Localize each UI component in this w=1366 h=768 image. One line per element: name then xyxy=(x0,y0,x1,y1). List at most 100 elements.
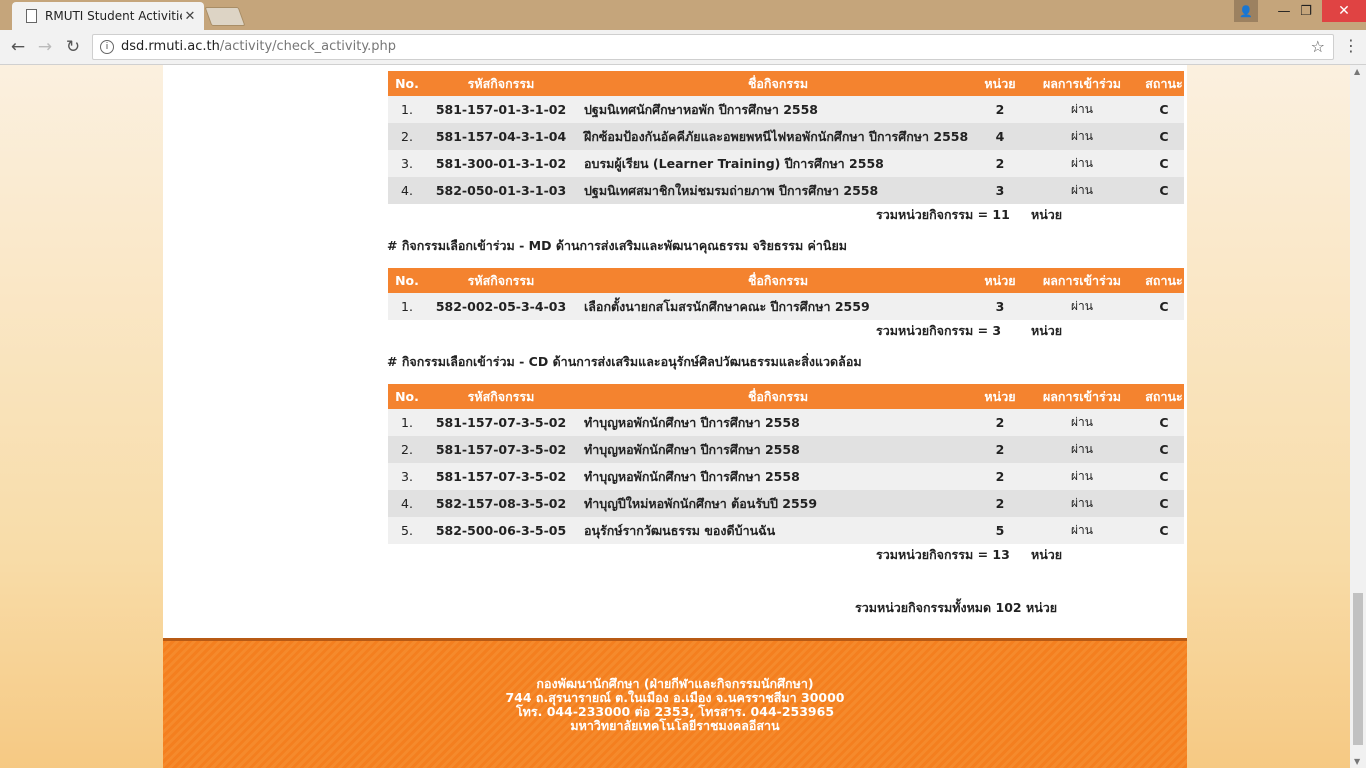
row-no: 3. xyxy=(388,150,426,177)
row-result: ผ่าน xyxy=(1020,463,1144,490)
footer-line: มหาวิทยาลัยเทคโนโลยีราชมงคลอีสาน xyxy=(570,718,780,733)
section-total: รวมหน่วยกิจกรรม = 11 หน่วย xyxy=(388,204,1184,226)
row-name: ทำบุญหอพักนักศึกษา ปีการศึกษา 2558 xyxy=(576,463,980,490)
row-status: C xyxy=(1144,96,1184,123)
total-unit: หน่วย xyxy=(1031,323,1063,338)
row-result: ผ่าน xyxy=(1020,293,1144,320)
row-unit: 3 xyxy=(980,293,1020,320)
document-icon xyxy=(26,9,37,23)
header-code: รหัสกิจกรรม xyxy=(426,382,576,409)
row-code: 581-157-07-3-5-02 xyxy=(426,463,576,490)
row-code: 581-300-01-3-1-02 xyxy=(426,150,576,177)
section-title: # กิจกรรมเลือกเข้าร่วม - MD ด้านการส่งเส… xyxy=(387,238,848,253)
url-text: dsd.rmuti.ac.th/activity/check_activity.… xyxy=(121,35,396,59)
window-maximize-button[interactable]: ❐ xyxy=(1290,0,1322,22)
address-bar[interactable]: i dsd.rmuti.ac.th/activity/check_activit… xyxy=(92,34,1334,60)
row-code: 582-002-05-3-4-03 xyxy=(426,293,576,320)
footer-lines: กองพัฒนานักศึกษา (ฝ่ายกีฬาและกิจกรรมนักศ… xyxy=(163,677,1187,733)
table-header-row: No. รหัสกิจกรรม ชื่อกิจกรรม หน่วย ผลการเ… xyxy=(388,266,1184,293)
scroll-down-arrow-icon[interactable]: ▼ xyxy=(1354,757,1360,766)
table-row: 5. 582-500-06-3-5-05 อนุรักษ์รากวัฒนธรรม… xyxy=(388,517,1184,544)
table-row: 3. 581-300-01-3-1-02 อบรมผู้เรียน (Learn… xyxy=(388,150,1184,177)
table-header-row: No. รหัสกิจกรรม ชื่อกิจกรรม หน่วย ผลการเ… xyxy=(388,69,1184,96)
row-result: ผ่าน xyxy=(1020,517,1144,544)
new-tab-button[interactable] xyxy=(204,7,246,26)
forward-arrow-icon[interactable]: → xyxy=(34,36,56,58)
row-code: 581-157-07-3-5-02 xyxy=(426,409,576,436)
back-arrow-icon[interactable]: ← xyxy=(7,36,29,58)
table-row: 2. 581-157-07-3-5-02 ทำบุญหอพักนักศึกษา … xyxy=(388,436,1184,463)
row-no: 2. xyxy=(388,123,426,150)
row-code: 581-157-04-3-1-04 xyxy=(426,123,576,150)
row-code: 581-157-01-3-1-02 xyxy=(426,96,576,123)
header-unit: หน่วย xyxy=(980,69,1020,96)
table-row: 2. 581-157-04-3-1-04 ฝึกซ้อมป้องกันอัคคี… xyxy=(388,123,1184,150)
browser-tab[interactable]: RMUTI Student Activities ✕ xyxy=(12,2,204,30)
row-unit: 5 xyxy=(980,517,1020,544)
row-unit: 2 xyxy=(980,409,1020,436)
browser-titlebar: RMUTI Student Activities ✕ 👤 — ❐ ✕ xyxy=(0,0,1366,30)
row-unit: 2 xyxy=(980,436,1020,463)
table-row: 4. 582-157-08-3-5-02 ทำบุญปีใหม่หอพักนัก… xyxy=(388,490,1184,517)
url-path: /activity/check_activity.php xyxy=(219,39,397,54)
reload-icon[interactable]: ↻ xyxy=(62,36,84,58)
row-unit: 4 xyxy=(980,123,1020,150)
table-row: 1. 581-157-07-3-5-02 ทำบุญหอพักนักศึกษา … xyxy=(388,409,1184,436)
total-unit: หน่วย xyxy=(1031,547,1063,562)
row-no: 4. xyxy=(388,177,426,204)
footer-line: กองพัฒนานักศึกษา (ฝ่ายกีฬาและกิจกรรมนักศ… xyxy=(536,676,814,691)
vertical-scrollbar[interactable]: ▲ ▼ xyxy=(1350,65,1366,768)
browser-menu-icon[interactable]: ⋮ xyxy=(1342,36,1360,55)
row-name: อนุรักษ์รากวัฒนธรรม ของดีบ้านฉัน xyxy=(576,517,980,544)
total-label: รวมหน่วยกิจกรรม = 13 xyxy=(876,547,1010,562)
row-name: ทำบุญหอพักนักศึกษา ปีการศึกษา 2558 xyxy=(576,409,980,436)
page-footer: กองพัฒนานักศึกษา (ฝ่ายกีฬาและกิจกรรมนักศ… xyxy=(163,638,1187,768)
window-close-button[interactable]: ✕ xyxy=(1322,0,1366,22)
footer-line: โทร. 044-233000 ต่อ 2353, โทรสาร. 044-25… xyxy=(515,704,835,719)
scroll-up-arrow-icon[interactable]: ▲ xyxy=(1354,67,1360,76)
header-unit: หน่วย xyxy=(980,266,1020,293)
row-no: 1. xyxy=(388,409,426,436)
header-name: ชื่อกิจกรรม xyxy=(576,69,980,96)
total-label: รวมหน่วยกิจกรรม = 3 xyxy=(876,323,1002,338)
header-result: ผลการเข้าร่วม xyxy=(1020,266,1144,293)
user-profile-icon[interactable]: 👤 xyxy=(1234,0,1258,22)
header-status: สถานะ xyxy=(1144,266,1184,293)
header-unit: หน่วย xyxy=(980,382,1020,409)
row-status: C xyxy=(1144,293,1184,320)
browser-toolbar: ← → ↻ i dsd.rmuti.ac.th/activity/check_a… xyxy=(0,30,1366,65)
bookmark-star-icon[interactable]: ☆ xyxy=(1311,35,1325,59)
row-name: เลือกตั้งนายกสโมสรนักศึกษาคณะ ปีการศึกษา… xyxy=(576,293,980,320)
footer-line: 744 ถ.สุรนารายณ์ ต.ในเมือง อ.เมือง จ.นคร… xyxy=(505,690,845,705)
row-no: 4. xyxy=(388,490,426,517)
row-code: 582-050-01-3-1-03 xyxy=(426,177,576,204)
header-code: รหัสกิจกรรม xyxy=(426,69,576,96)
header-no: No. xyxy=(388,266,426,293)
row-no: 1. xyxy=(388,96,426,123)
url-domain: dsd.rmuti.ac.th xyxy=(121,39,220,54)
section-title: # กิจกรรมเลือกเข้าร่วม - CD ด้านการส่งเส… xyxy=(387,354,862,369)
row-result: ผ่าน xyxy=(1020,177,1144,204)
row-code: 581-157-07-3-5-02 xyxy=(426,436,576,463)
row-name: ปฐมนิเทศนักศึกษาหอพัก ปีการศึกษา 2558 xyxy=(576,96,980,123)
table-row: 4. 582-050-01-3-1-03 ปฐมนิเทศสมาชิกใหม่ช… xyxy=(388,177,1184,204)
activity-table: No. รหัสกิจกรรม ชื่อกิจกรรม หน่วย ผลการเ… xyxy=(388,69,1184,204)
header-status: สถานะ xyxy=(1144,382,1184,409)
tab-close-icon[interactable]: ✕ xyxy=(182,9,198,24)
row-name: ทำบุญปีใหม่หอพักนักศึกษา ต้อนรับปี 2559 xyxy=(576,490,980,517)
row-name: ฝึกซ้อมป้องกันอัคคีภัยและอพยพหนีไฟหอพักน… xyxy=(576,123,980,150)
total-unit: หน่วย xyxy=(1031,207,1063,222)
header-no: No. xyxy=(388,382,426,409)
activity-content: No. รหัสกิจกรรม ชื่อกิจกรรม หน่วย ผลการเ… xyxy=(387,65,1184,566)
info-icon[interactable]: i xyxy=(100,40,114,54)
scrollbar-thumb[interactable] xyxy=(1353,593,1363,745)
row-status: C xyxy=(1144,490,1184,517)
row-no: 1. xyxy=(388,293,426,320)
row-status: C xyxy=(1144,150,1184,177)
row-unit: 2 xyxy=(980,490,1020,517)
activity-table: No. รหัสกิจกรรม ชื่อกิจกรรม หน่วย ผลการเ… xyxy=(388,266,1184,320)
header-result: ผลการเข้าร่วม xyxy=(1020,69,1144,96)
row-result: ผ่าน xyxy=(1020,123,1144,150)
table-header-row: No. รหัสกิจกรรม ชื่อกิจกรรม หน่วย ผลการเ… xyxy=(388,382,1184,409)
section-total: รวมหน่วยกิจกรรม = 13 หน่วย xyxy=(388,544,1184,566)
